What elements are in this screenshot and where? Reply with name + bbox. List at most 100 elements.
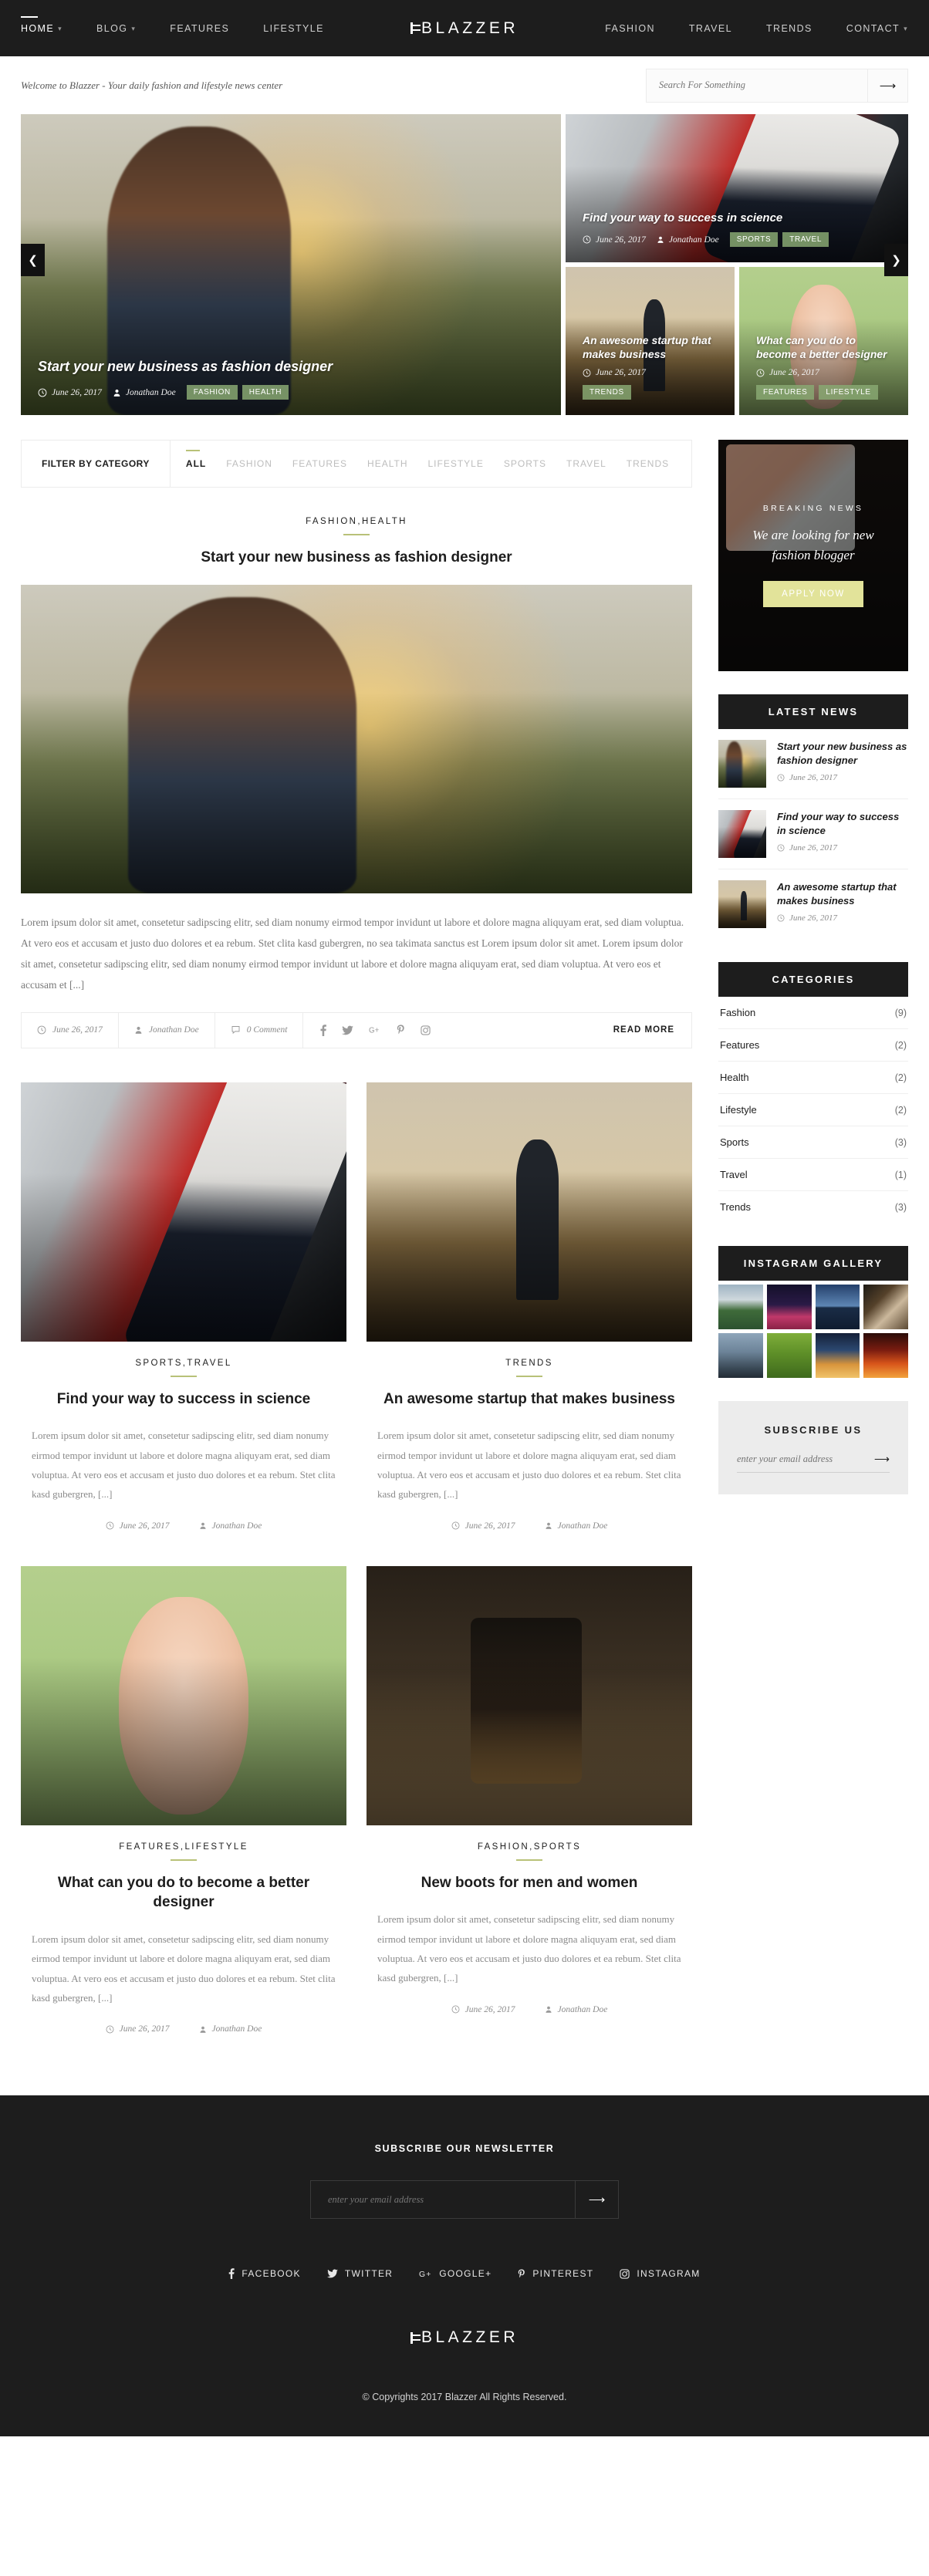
filter-item-all[interactable]: ALL [185,450,206,477]
footer-link-googleplus[interactable]: G+ GOOGLE+ [419,2268,492,2279]
footer-link-pinterest[interactable]: PINTEREST [518,2268,593,2279]
tag-badge[interactable]: FEATURES [756,385,815,400]
clock-icon [106,1521,114,1530]
post-card-4-title[interactable]: New boots for men and women [377,1873,681,1893]
svg-text:G+: G+ [369,1027,380,1035]
instagram-icon[interactable] [421,1025,431,1035]
post-author: Jonathan Doe [545,2005,607,2014]
nav-item-features[interactable]: FEATURES [170,6,229,51]
featured-post-image[interactable] [21,584,692,893]
post-card-3-categories[interactable]: FEATURES,LIFESTYLE [32,1842,336,1852]
instagram-thumb[interactable] [766,1332,812,1378]
hero-small-tags-2: FEATURES LIFESTYLE [756,385,891,400]
post-date: June 26, 2017 [106,1521,170,1531]
latest-news-title: LATEST NEWS [718,694,908,729]
filter-item-sports[interactable]: SPORTS [504,451,546,477]
hero-small-tags-1: TRENDS [583,385,718,400]
footer-email-input[interactable] [311,2181,575,2219]
footer-link-twitter[interactable]: TWITTER [326,2268,393,2279]
tag-badge[interactable]: LIFESTYLE [819,385,878,400]
category-row-trends[interactable]: Trends (3) [718,1191,908,1223]
instagram-thumb[interactable] [766,1285,812,1329]
search-box: ⟶ [646,68,908,103]
hero-small-card-2[interactable]: What can you do to become a better desig… [739,267,908,415]
post-card-2-image[interactable] [367,1082,692,1342]
nav-item-home[interactable]: HOME ▾ [21,6,62,51]
category-row-sports[interactable]: Sports (3) [718,1126,908,1159]
hero-small-card-1[interactable]: An awesome startup that makes business J… [566,267,735,415]
latest-news-item[interactable]: Start your new business as fashion desig… [718,729,908,799]
featured-post-title[interactable]: Start your new business as fashion desig… [21,548,692,568]
footer-link-instagram[interactable]: INSTAGRAM [620,2268,700,2279]
instagram-thumb[interactable] [815,1285,860,1329]
post-date: June 26, 2017 [106,2024,170,2034]
user-icon [200,1522,205,1530]
filter-item-health[interactable]: HEALTH [367,451,407,477]
nav-item-contact[interactable]: CONTACT ▾ [846,6,908,51]
instagram-thumb[interactable] [863,1285,908,1329]
post-card-2-title[interactable]: An awesome startup that makes business [377,1389,681,1410]
post-card-4-categories[interactable]: FASHION,SPORTS [377,1842,681,1852]
tag-badge[interactable]: TRENDS [583,385,631,400]
hero-main-title: Start your new business as fashion desig… [38,358,333,374]
hero-next-button[interactable]: ❯ [884,244,908,276]
filter-item-features[interactable]: FEATURES [292,451,347,477]
post-card-2-categories[interactable]: TRENDS [377,1359,681,1368]
instagram-thumb[interactable] [815,1332,860,1378]
category-row-fashion[interactable]: Fashion (9) [718,997,908,1029]
category-row-health[interactable]: Health (2) [718,1062,908,1094]
filter-item-fashion[interactable]: FASHION [226,451,272,477]
filter-item-trends[interactable]: TRENDS [627,451,669,477]
featured-post: FASHION,HEALTH Start your new business a… [21,517,692,1048]
category-row-travel[interactable]: Travel (1) [718,1159,908,1191]
post-card-1-categories[interactable]: SPORTS,TRAVEL [32,1359,336,1368]
instagram-thumb[interactable] [863,1332,908,1378]
filter-item-travel[interactable]: TRAVEL [566,451,606,477]
footer-subscribe-button[interactable]: ⟶ [575,2181,618,2219]
nav-item-trends[interactable]: TRENDS [766,6,812,51]
search-submit-button[interactable]: ⟶ [867,69,907,102]
tag-badge[interactable]: FASHION [186,385,238,400]
arrow-right-icon: ⟶ [588,2193,606,2207]
filter-item-lifestyle[interactable]: LIFESTYLE [428,451,484,477]
facebook-icon[interactable] [320,1024,327,1036]
read-more-button[interactable]: READ MORE [596,1013,691,1048]
hero-top-card[interactable]: Find your way to success in science June… [566,114,908,262]
post-card-4-image[interactable] [367,1565,692,1825]
footer-logo[interactable]: BLAZZER [0,2328,929,2347]
hero-prev-button[interactable]: ❮ [21,244,45,276]
nav-item-travel[interactable]: TRAVEL [689,6,732,51]
site-logo[interactable]: BLAZZER [410,19,519,38]
hero-main-card[interactable]: Start your new business as fashion desig… [21,114,561,415]
latest-news-item[interactable]: An awesome startup that makes business J… [718,869,908,939]
tag-badge[interactable]: HEALTH [242,385,289,400]
category-row-lifestyle[interactable]: Lifestyle (2) [718,1094,908,1126]
post-card-1-title[interactable]: Find your way to success in science [32,1389,336,1410]
google-plus-icon[interactable]: G+ [369,1025,381,1035]
footer-link-facebook[interactable]: FACEBOOK [228,2268,300,2280]
post-card-1-image[interactable] [21,1082,346,1342]
search-input[interactable] [647,69,867,102]
post-card-3-title[interactable]: What can you do to become a better desig… [32,1873,336,1913]
twitter-icon[interactable] [342,1025,354,1035]
tag-badge[interactable]: SPORTS [729,232,779,247]
chevron-left-icon: ❮ [28,254,38,267]
chevron-right-icon: ❯ [891,254,901,267]
tag-badge[interactable]: TRAVEL [782,232,829,247]
instagram-thumb[interactable] [718,1332,763,1378]
featured-post-categories[interactable]: FASHION,HEALTH [21,517,692,526]
instagram-thumb[interactable] [718,1285,763,1329]
pinterest-icon[interactable] [397,1025,405,1035]
subscribe-email-input[interactable] [737,1453,874,1465]
post-comments-cell[interactable]: 0 Comment [215,1012,304,1048]
nav-item-lifestyle[interactable]: LIFESTYLE [263,6,324,51]
post-card-3-image[interactable] [21,1565,346,1825]
apply-now-button[interactable]: APPLY NOW [763,581,863,608]
subscribe-submit-button[interactable]: ⟶ [874,1453,890,1466]
nav-item-label: LIFESTYLE [263,22,324,34]
nav-item-blog[interactable]: BLOG ▾ [96,6,136,51]
category-row-features[interactable]: Features (2) [718,1029,908,1062]
category-label: Features [720,1039,760,1051]
latest-news-item[interactable]: Find your way to success in science June… [718,799,908,869]
nav-item-fashion[interactable]: FASHION [605,6,655,51]
